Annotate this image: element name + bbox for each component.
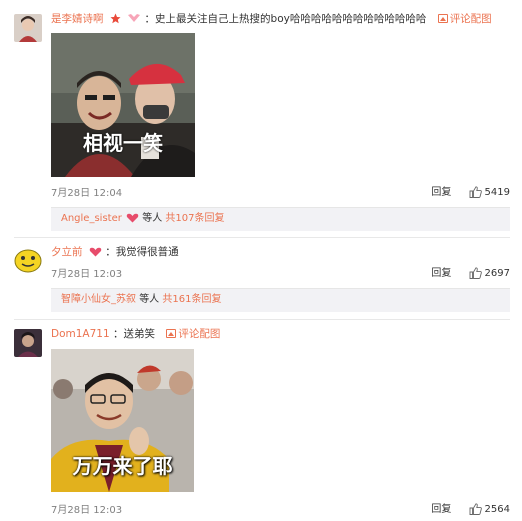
comment-pic-link[interactable]: 评论配图 (166, 328, 220, 340)
avatar[interactable] (14, 246, 42, 274)
username[interactable]: 是李婧诗啊 (51, 13, 104, 25)
comment-item: 夕立前 ：我觉得很普通 7月28日 12:03 回复 2697 智障小仙女_苏叙… (0, 237, 522, 323)
avatar[interactable] (14, 14, 42, 42)
star-badge-icon (110, 13, 121, 28)
comment-line: 夕立前 ：我觉得很普通 (51, 245, 179, 261)
comment-actions: 回复 2697 (431, 264, 510, 282)
comment-actions: 回复 2564 (431, 500, 510, 518)
username[interactable]: 夕立前 (51, 246, 83, 258)
thumbs-up-icon (469, 186, 482, 201)
comment-item: 是李婧诗啊 ：史上最关注自己上热搜的boy哈哈哈哈哈哈哈哈哈哈哈哈哈 评论配图 (0, 0, 522, 235)
picture-icon (166, 329, 177, 338)
reply-summary[interactable]: 智障小仙女_苏叙 等人 共161条回复 (51, 288, 510, 312)
reply-button[interactable]: 回复 (431, 187, 451, 198)
comment-item: Dom1A711 ：送弟笑 评论配图 万万来了耶 7月28日 12:03 回复 (0, 319, 522, 521)
image-caption: 相视一笑 (83, 131, 163, 155)
comment-line: 是李婧诗啊 ：史上最关注自己上热搜的boy哈哈哈哈哈哈哈哈哈哈哈哈哈 评论配图 (51, 12, 492, 28)
comment-image[interactable]: 万万来了耶 (51, 349, 194, 492)
reply-button[interactable]: 回复 (431, 504, 451, 515)
comment-text: 送弟笑 (123, 328, 156, 340)
thumbs-up-icon (469, 267, 482, 282)
reply-user[interactable]: 智障小仙女_苏叙 (61, 294, 136, 305)
reply-button[interactable]: 回复 (431, 268, 451, 279)
picture-icon (437, 14, 448, 23)
like-count: 5419 (484, 187, 510, 198)
reply-mid: 等人 (139, 294, 160, 305)
comment-pic-link[interactable]: 评论配图 (437, 13, 492, 25)
reply-user[interactable]: Angle_sister (61, 213, 122, 224)
comment-actions: 回复 5419 (431, 183, 510, 201)
comment-image[interactable]: 相视一笑 (51, 33, 195, 177)
timestamp: 7月28日 12:03 (51, 505, 123, 516)
reply-mid: 等人 (142, 213, 163, 224)
avatar[interactable] (14, 329, 42, 357)
heart-badge-icon (89, 247, 102, 261)
like-button[interactable]: 2697 (469, 267, 510, 282)
comment-line: Dom1A711 ：送弟笑 评论配图 (51, 328, 221, 340)
like-button[interactable]: 2564 (469, 503, 510, 518)
like-button[interactable]: 5419 (469, 186, 510, 201)
timestamp: 7月28日 12:03 (51, 269, 123, 280)
timestamp: 7月28日 12:04 (51, 188, 123, 199)
reply-summary[interactable]: Angle_sister 等人 共107条回复 (51, 207, 510, 231)
heart-badge-icon (127, 13, 141, 28)
like-count: 2564 (484, 504, 510, 515)
username[interactable]: Dom1A711 (51, 328, 110, 340)
like-count: 2697 (484, 268, 510, 279)
image-caption: 万万来了耶 (72, 454, 173, 478)
comment-text: 我觉得很普通 (115, 246, 179, 258)
thumbs-up-icon (469, 503, 482, 518)
comment-text: 史上最关注自己上热搜的boy哈哈哈哈哈哈哈哈哈哈哈哈哈 (155, 13, 427, 25)
reply-total[interactable]: 共107条回复 (165, 213, 224, 224)
reply-total[interactable]: 共161条回复 (162, 294, 221, 305)
heart-badge-icon (126, 210, 139, 232)
